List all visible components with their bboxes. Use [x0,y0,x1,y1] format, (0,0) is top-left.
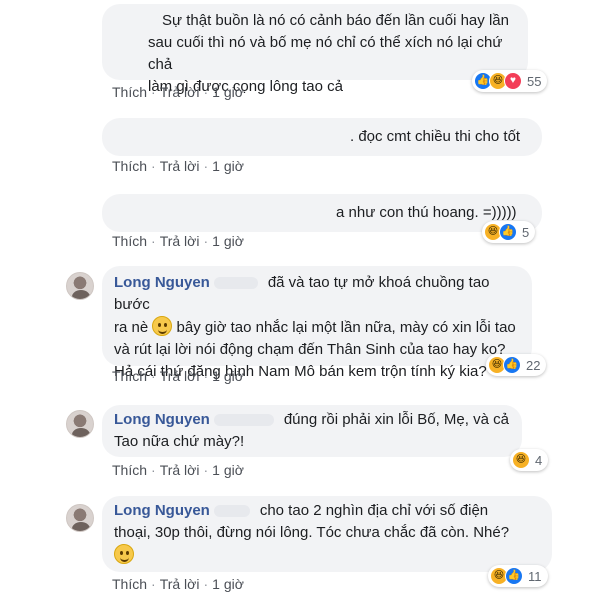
comment-text: và rút lại lời nói động chạm đến Thân Si… [114,341,506,358]
comment-text: a như con thú hoang. =))))) [336,204,517,221]
reply-link[interactable]: Trả lời [160,233,200,249]
avatar[interactable] [66,504,94,532]
timestamp[interactable]: 1 giờ [212,368,244,384]
like-icon: 👍 [505,567,523,585]
reply-link[interactable]: Trả lời [160,368,200,384]
comment-bubble: Long Nguyen đã và tao tự mở khoá chuồng t… [102,266,532,380]
comment-actions: Thích · Trả lời · 1 giờ [112,158,244,174]
comment-bubble: . đọc cmt chiều thi cho tốt [102,118,542,156]
reaction-count: 22 [526,357,541,373]
author-name[interactable]: Long Nguyen [114,502,210,519]
like-icon: 👍 [499,223,517,241]
reply-link[interactable]: Trả lời [160,84,200,100]
reaction-count: 5 [522,224,530,240]
avatar[interactable] [66,410,94,438]
comment-bubble: Long Nguyen cho tao 2 nghìn địa chỉ với s… [102,496,552,572]
timestamp[interactable]: 1 giờ [212,576,244,592]
comment-actions: Thích · Trả lời · 1 giờ [112,462,244,478]
smile-emoji-icon [152,316,173,336]
comment-bubble: Long Nguyen đúng rồi phải xin lỗi Bố, Mẹ,… [102,405,522,457]
timestamp[interactable]: 1 giờ [212,158,244,174]
like-link[interactable]: Thích [112,158,147,174]
comment-text: bây giờ tao nhắc lại một lần nữa, mày có… [176,319,516,336]
like-link[interactable]: Thích [112,462,147,478]
love-icon: ♥ [504,72,522,90]
comment-text: thoại, 30p thôi, đừng nói lông. Tóc chưa… [114,524,510,541]
reply-link[interactable]: Trả lời [160,158,200,174]
comment-text: sau cuối thì nó và bố mẹ nó chỉ có thể x… [148,34,503,73]
author-name[interactable]: Long Nguyen [114,274,210,291]
like-icon: 👍 [503,356,521,374]
like-link[interactable]: Thích [112,368,147,384]
timestamp[interactable]: 1 giờ [212,462,244,478]
comment-actions: Thích · Trả lời · 1 giờ [112,84,244,100]
reply-link[interactable]: Trả lời [160,576,200,592]
comment-text: . đọc cmt chiều thi cho tốt [350,128,521,145]
redacted-mention [213,414,274,427]
reactions-summary[interactable]: 😆 4 [510,449,549,471]
comment-bubble: a như con thú hoang. =))))) [102,194,542,232]
author-name[interactable]: Long Nguyen [114,411,210,428]
reply-link[interactable]: Trả lời [160,462,200,478]
timestamp[interactable]: 1 giờ [212,233,244,249]
comment-actions: Thích · Trả lời · 1 giờ [112,233,244,249]
reactions-summary[interactable]: 😆 👍 5 [482,221,536,243]
haha-icon: 😆 [512,451,530,469]
like-link[interactable]: Thích [112,84,147,100]
reactions-summary[interactable]: 👍 😆 ♥ 55 [472,70,548,92]
timestamp[interactable]: 1 giờ [212,84,244,100]
redacted-mention [213,505,250,518]
comment-text: cho tao 2 nghìn địa chỉ với số điện [259,502,489,519]
avatar[interactable] [66,272,94,300]
like-link[interactable]: Thích [112,576,147,592]
comment-text: Tao nữa chứ mày?! [114,433,245,450]
reactions-summary[interactable]: 😆 👍 22 [486,354,547,376]
like-link[interactable]: Thích [112,233,147,249]
comment-actions: Thích · Trả lời · 1 giờ [112,368,244,384]
comment-text: Sự thật buồn là nó có cảnh báo đến lần c… [162,12,509,29]
redacted-mention [213,277,258,290]
reaction-count: 55 [527,73,542,89]
comment-text: đúng rồi phải xin lỗi Bố, Mẹ, và cả [283,411,509,428]
comment-actions: Thích · Trả lời · 1 giờ [112,576,244,592]
comment-bubble: Sự thật buồn là nó có cảnh báo đến lần c… [102,4,528,95]
smile-emoji-icon [114,544,134,564]
reaction-count: 11 [528,568,542,584]
reactions-summary[interactable]: 😆 👍 11 [488,565,548,587]
comment-text: ra nè [114,319,149,336]
reaction-count: 4 [535,452,543,468]
